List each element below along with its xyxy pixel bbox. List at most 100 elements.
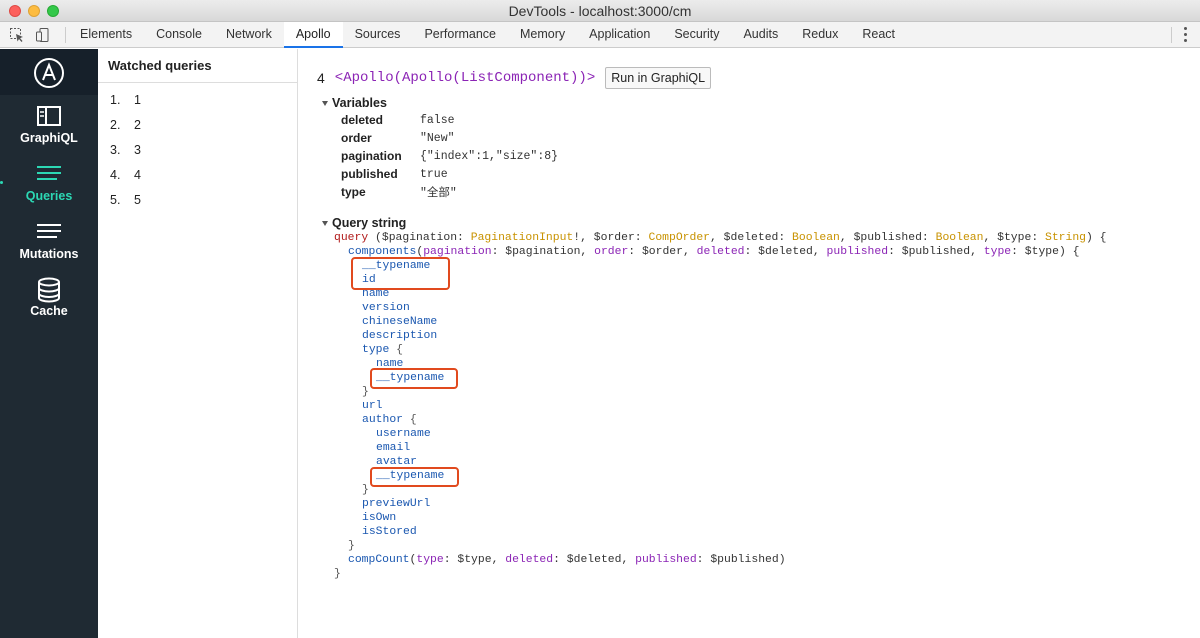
- inspect-element-icon[interactable]: [9, 27, 25, 43]
- list-item-number: 1.: [110, 93, 121, 107]
- code-token: compCount: [348, 554, 410, 566]
- component-name: <Apollo(Apollo(ListComponent))>: [334, 70, 596, 86]
- sidebar-item-mutations[interactable]: Mutations: [0, 221, 98, 273]
- toolbar-separator: [65, 27, 66, 43]
- sidebar-item-label: Cache: [30, 304, 68, 318]
- code-token: deleted: [505, 554, 554, 566]
- variable-value: "全部": [420, 187, 457, 200]
- tab-memory[interactable]: Memory: [508, 22, 577, 48]
- variables-toggle[interactable]: Variables: [322, 96, 387, 110]
- variable-key: order: [341, 131, 372, 145]
- variable-key: type: [341, 185, 366, 199]
- tab-console[interactable]: Console: [144, 22, 214, 48]
- tab-apollo[interactable]: Apollo: [283, 22, 343, 48]
- variable-row: deleted false: [341, 111, 558, 129]
- code-token: author: [362, 414, 404, 426]
- sidebar-item-queries[interactable]: Queries: [0, 163, 98, 215]
- list-item-label: 1: [134, 93, 141, 107]
- caret-down-icon: [322, 220, 328, 226]
- list-item-number: 5.: [110, 193, 121, 207]
- mutations-icon: [37, 224, 61, 238]
- code-token: type: [362, 344, 390, 356]
- variable-value: "New": [420, 131, 455, 145]
- code-line: author {: [334, 413, 1107, 427]
- list-item[interactable]: 2. 2: [110, 113, 297, 138]
- code-line: username: [376, 428, 431, 440]
- tab-elements[interactable]: Elements: [68, 22, 144, 48]
- more-options-icon[interactable]: [1184, 27, 1188, 43]
- code-line: components(pagination: $pagination, orde…: [334, 245, 1107, 259]
- list-item[interactable]: 1. 1: [110, 88, 297, 113]
- query-string-label: Query string: [332, 216, 407, 230]
- code-line: type {: [334, 343, 1107, 357]
- highlight-box: [351, 257, 450, 290]
- code-token: Boolean: [935, 232, 984, 244]
- watched-queries-panel: Watched queries 1. 1 2. 2 3. 3 4. 4 5. 5: [98, 49, 298, 638]
- code-line: }: [334, 568, 341, 580]
- code-line: isStored: [362, 526, 417, 538]
- code-token: order: [594, 246, 629, 258]
- window-title: DevTools - localhost:3000/cm: [508, 3, 692, 19]
- list-item-number: 3.: [110, 143, 121, 157]
- sidebar-item-label: Mutations: [19, 247, 79, 261]
- code-token: : $published): [696, 554, 786, 566]
- code-line: version: [362, 302, 410, 314]
- list-item-number: 2.: [110, 118, 121, 132]
- code-token: type: [983, 246, 1012, 258]
- query-id: 4: [317, 70, 325, 86]
- code-token: query: [334, 232, 369, 244]
- code-line: url: [362, 400, 383, 412]
- variable-key: deleted: [341, 113, 384, 127]
- code-line: email: [376, 442, 411, 454]
- tab-react[interactable]: React: [850, 22, 907, 48]
- list-item[interactable]: 5. 5: [110, 188, 297, 213]
- variables-label: Variables: [332, 96, 387, 110]
- tab-sources[interactable]: Sources: [343, 22, 413, 48]
- device-toolbar-icon[interactable]: [35, 27, 51, 43]
- apollo-logo-icon: [34, 58, 64, 88]
- code-token: : $type) {: [1011, 246, 1080, 258]
- window-titlebar: DevTools - localhost:3000/cm: [0, 0, 1200, 22]
- variable-row: pagination {"index":1,"size":8}: [341, 147, 558, 165]
- tab-redux[interactable]: Redux: [790, 22, 850, 48]
- toolbar-separator: [1171, 27, 1172, 43]
- list-item[interactable]: 3. 3: [110, 138, 297, 163]
- code-token: deleted: [696, 246, 745, 258]
- sidebar-item-label: Queries: [25, 189, 73, 203]
- highlight-box: [370, 368, 458, 389]
- code-token: Boolean: [792, 232, 840, 244]
- sidebar-item-cache[interactable]: Cache: [0, 277, 98, 329]
- watched-queries-title: Watched queries: [98, 49, 297, 83]
- variable-key: pagination: [341, 149, 402, 163]
- run-in-graphiql-button[interactable]: Run in GraphiQL: [605, 67, 712, 89]
- code-token: , $published:: [839, 232, 936, 244]
- code-token: published: [826, 246, 889, 258]
- code-token: String: [1045, 232, 1087, 244]
- tab-network[interactable]: Network: [214, 22, 284, 48]
- apollo-logo: [0, 49, 98, 95]
- tab-application[interactable]: Application: [577, 22, 662, 48]
- code-token: : $type,: [443, 554, 506, 566]
- code-token: type: [416, 554, 444, 566]
- sidebar-item-label: GraphiQL: [20, 131, 78, 145]
- tab-audits[interactable]: Audits: [731, 22, 790, 48]
- code-token: : $order,: [628, 246, 697, 258]
- list-item-label: 3: [134, 143, 141, 157]
- highlight-box: [370, 467, 459, 487]
- query-string-toggle[interactable]: Query string: [322, 216, 406, 230]
- devtools-tabbar: Elements Console Network Apollo Sources Perfo…: [0, 22, 1200, 48]
- variable-value: true: [420, 167, 448, 181]
- code-token: : $pagination,: [491, 246, 595, 258]
- list-item-label: 2: [134, 118, 141, 132]
- caret-down-icon: [322, 100, 328, 106]
- variable-value: {"index":1,"size":8}: [420, 149, 559, 163]
- tab-security[interactable]: Security: [662, 22, 731, 48]
- tab-performance[interactable]: Performance: [412, 22, 508, 48]
- code-token: !, $order:: [573, 232, 649, 244]
- code-token: : $deleted,: [744, 246, 827, 258]
- active-indicator: [0, 181, 3, 184]
- sidebar-item-graphiql[interactable]: GraphiQL: [0, 105, 98, 157]
- list-item[interactable]: 4. 4: [110, 163, 297, 188]
- graphiql-icon: [37, 106, 61, 126]
- variable-value: false: [420, 113, 455, 127]
